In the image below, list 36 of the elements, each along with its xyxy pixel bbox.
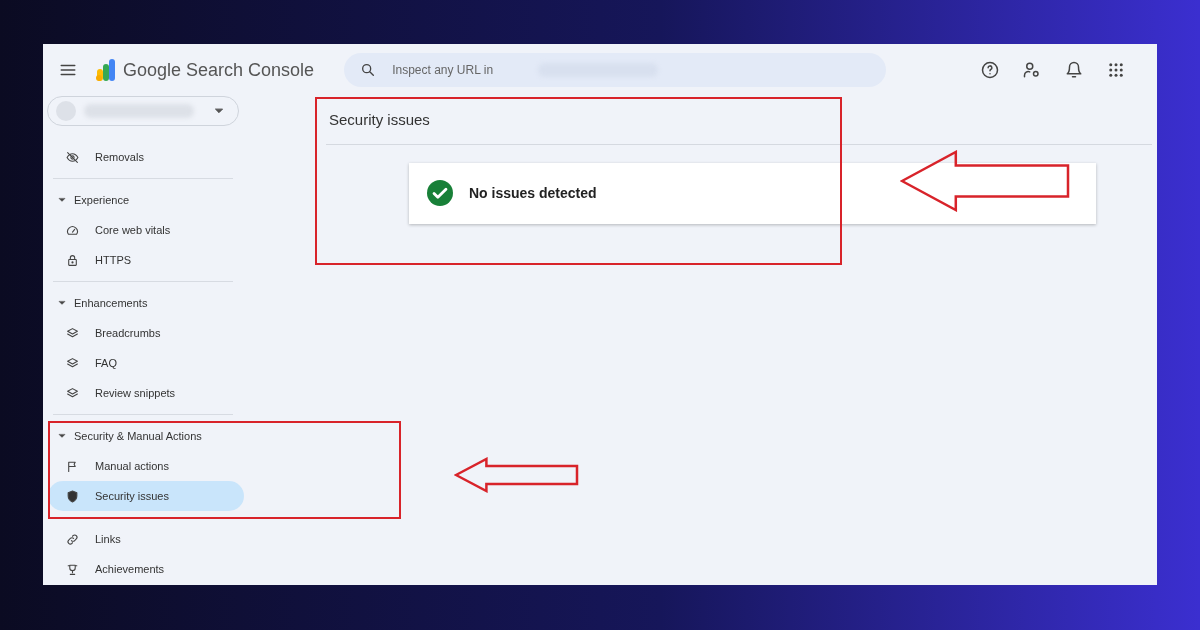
- section-header[interactable]: Security & Manual Actions: [43, 421, 243, 451]
- sidebar-item[interactable]: Breadcrumbs: [43, 318, 239, 348]
- lock-icon: [66, 253, 79, 267]
- sidebar-item[interactable]: Links: [43, 524, 239, 554]
- trophy-icon: [66, 562, 79, 576]
- caret-icon: [214, 106, 224, 116]
- sidebar-item[interactable]: Achievements: [43, 554, 239, 584]
- bell-icon[interactable]: [1065, 61, 1083, 79]
- section-header[interactable]: Experience: [43, 185, 243, 215]
- page-title: Security issues: [328, 110, 431, 130]
- link-icon: [66, 532, 79, 546]
- sidebar-item[interactable]: Core web vitals: [43, 215, 239, 245]
- arrow-icon: [454, 457, 579, 493]
- search-field[interactable]: Inspect any URL in: [344, 53, 887, 87]
- gauge-icon: [66, 223, 79, 237]
- apps-icon[interactable]: [1107, 61, 1125, 79]
- arrow-icon: [900, 150, 1070, 212]
- sidebar-item[interactable]: Review snippets: [43, 378, 239, 408]
- eye-off-icon: [66, 150, 79, 164]
- help-icon[interactable]: [981, 61, 999, 79]
- shield-icon: [66, 489, 79, 503]
- app-name: Google Search Console: [123, 58, 315, 82]
- layers-icon: [66, 356, 79, 370]
- sidebar-item[interactable]: FAQ: [43, 348, 239, 378]
- sidebar-item[interactable]: Manual actions: [43, 451, 239, 481]
- layers-icon: [66, 386, 79, 400]
- user-settings-icon[interactable]: [1023, 61, 1041, 79]
- section-header[interactable]: Enhancements: [43, 288, 243, 318]
- sidebar-item[interactable]: Security issues: [48, 481, 244, 511]
- search-icon: [360, 62, 377, 78]
- search-input[interactable]: Inspect any URL in: [392, 61, 523, 79]
- status-text: No issues detected: [469, 183, 597, 203]
- sidebar-item[interactable]: Removals: [43, 142, 239, 172]
- sidebar-item[interactable]: HTTPS: [43, 245, 239, 275]
- layers-icon: [66, 326, 79, 340]
- flag-icon: [66, 459, 79, 473]
